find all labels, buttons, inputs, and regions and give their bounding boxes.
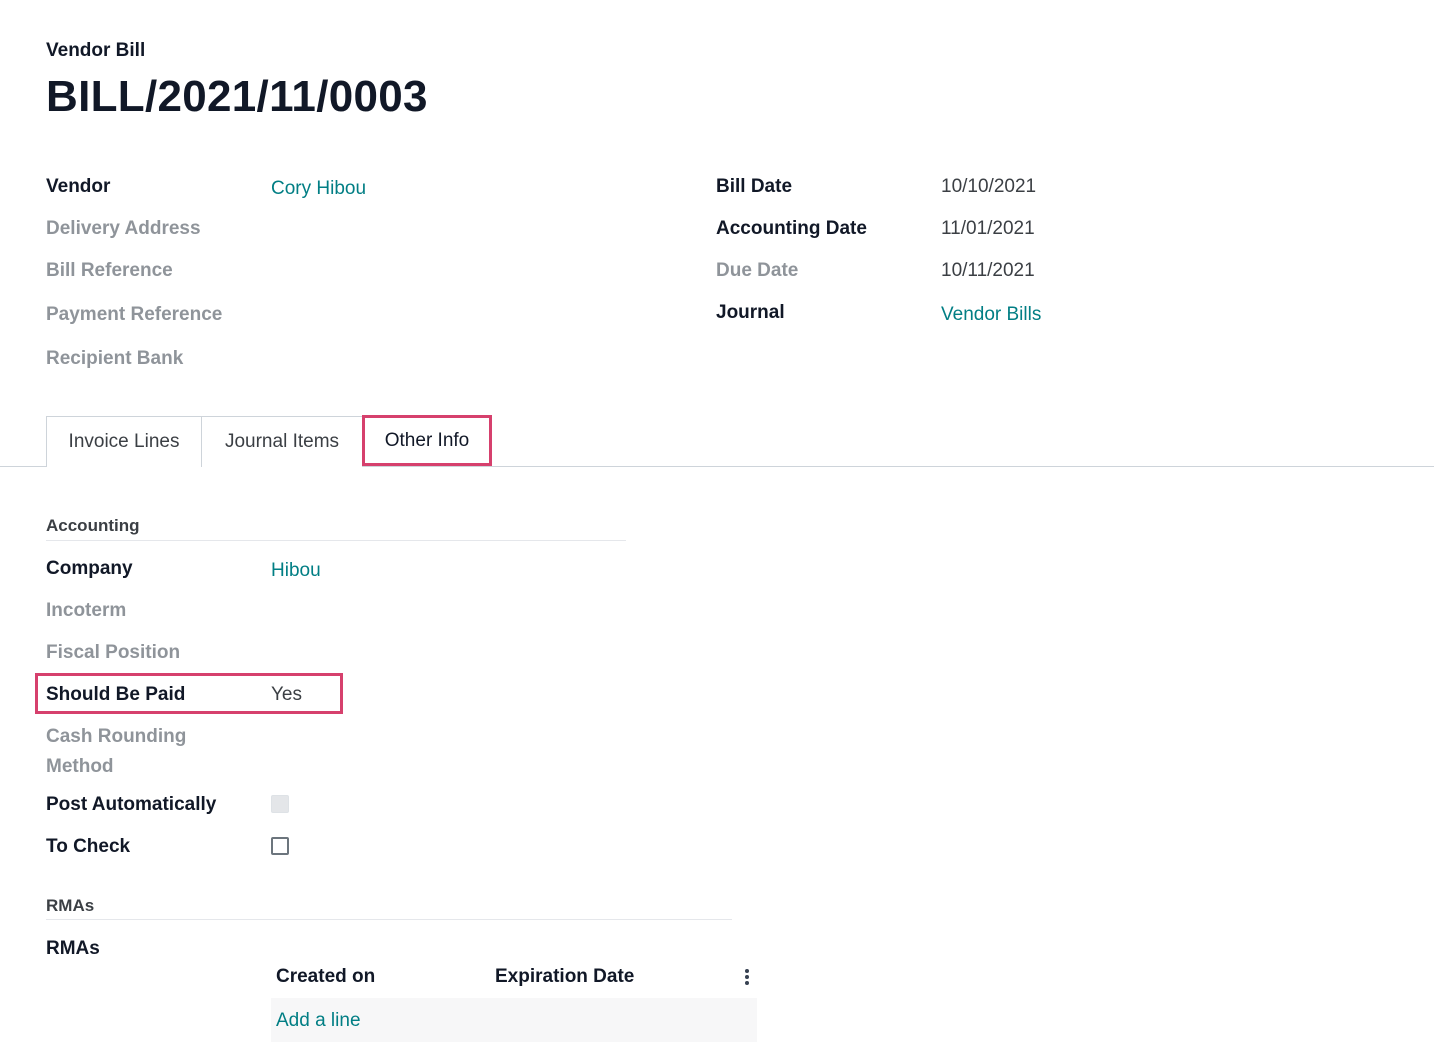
should-be-paid-label: Should Be Paid <box>46 684 186 705</box>
to-check-checkbox[interactable] <box>271 837 289 855</box>
journal-label: Journal <box>716 302 785 323</box>
tab-invoice-lines[interactable]: Invoice Lines <box>46 416 202 467</box>
due-date-label: Due Date <box>716 260 799 281</box>
company-label: Company <box>46 558 133 579</box>
tab-other-info[interactable]: Other Info <box>362 415 492 466</box>
journal-link[interactable]: Vendor Bills <box>941 304 1041 326</box>
rmas-label: RMAs <box>46 938 100 959</box>
fiscal-position-label: Fiscal Position <box>46 642 181 663</box>
to-check-label: To Check <box>46 836 131 857</box>
delivery-address-label: Delivery Address <box>46 218 201 239</box>
vendor-label: Vendor <box>46 176 111 197</box>
optional-columns-icon[interactable] <box>740 967 754 987</box>
company-link[interactable]: Hibou <box>271 560 321 582</box>
tab-journal-items[interactable]: Journal Items <box>201 416 363 467</box>
accounting-date-label: Accounting Date <box>716 218 867 239</box>
payment-reference-label: Payment Reference <box>46 304 223 325</box>
page-title: BILL/2021/11/0003 <box>46 72 428 121</box>
vendor-link[interactable]: Cory Hibou <box>271 178 366 200</box>
post-automatically-checkbox <box>271 795 289 813</box>
add-a-line-link[interactable]: Add a line <box>276 1010 361 1032</box>
bill-date-value[interactable]: 10/10/2021 <box>941 176 1036 198</box>
incoterm-label: Incoterm <box>46 600 127 621</box>
document-type: Vendor Bill <box>46 40 146 61</box>
column-created-on[interactable]: Created on <box>276 966 375 988</box>
column-expiration-date[interactable]: Expiration Date <box>495 966 634 988</box>
cash-rounding-label-line2: Method <box>46 756 114 777</box>
cash-rounding-label: Cash Rounding <box>46 726 187 747</box>
accounting-date-value[interactable]: 11/01/2021 <box>941 218 1035 240</box>
rmas-section-title: RMAs <box>46 896 95 915</box>
accounting-section-title: Accounting <box>46 516 140 535</box>
post-automatically-label: Post Automatically <box>46 794 217 815</box>
due-date-value[interactable]: 10/11/2021 <box>941 260 1035 282</box>
recipient-bank-label: Recipient Bank <box>46 348 184 369</box>
bill-date-label: Bill Date <box>716 176 793 197</box>
bill-reference-label: Bill Reference <box>46 260 173 281</box>
accounting-section-divider <box>46 540 626 541</box>
should-be-paid-value[interactable]: Yes <box>271 684 302 706</box>
rmas-section-divider <box>46 919 732 920</box>
